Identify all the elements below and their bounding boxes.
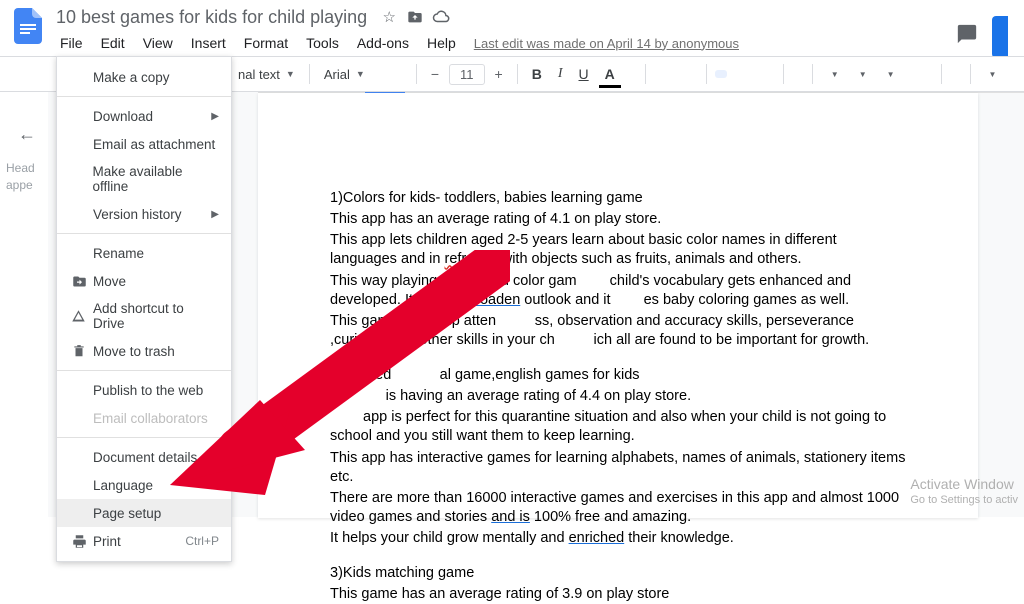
editing-mode-button[interactable]: ▼: [979, 66, 1003, 83]
underline-button[interactable]: U: [573, 62, 595, 86]
doc-line[interactable]: This game builds up attenXXXXss, observa…: [330, 312, 906, 350]
fm-move[interactable]: Move: [57, 267, 231, 295]
doc-line[interactable]: This app has an average rating of 4.1 on…: [330, 210, 906, 229]
align-left-button[interactable]: [715, 70, 727, 78]
menu-file[interactable]: File: [52, 31, 91, 55]
menu-view[interactable]: View: [135, 31, 181, 55]
cloud-status-icon[interactable]: [431, 7, 451, 27]
headings-placeholder: Headappe: [6, 160, 36, 194]
doc-line[interactable]: 3)Kids matching game: [330, 564, 906, 583]
paragraph-style-select[interactable]: nal text ▼: [232, 63, 301, 86]
highlight-button[interactable]: [625, 70, 637, 78]
chevron-down-icon: ▼: [356, 69, 365, 79]
bold-button[interactable]: B: [526, 62, 548, 86]
move-folder-icon[interactable]: [405, 7, 425, 27]
text-color-button[interactable]: A: [599, 62, 621, 86]
doc-line[interactable]: This way playing shape and color gamXXX …: [330, 272, 906, 310]
doc-line[interactable]: This app lets children aged 2-5 years le…: [330, 231, 906, 269]
fm-document-details[interactable]: Document details: [57, 443, 231, 471]
bulleted-list-button[interactable]: ▼: [849, 66, 873, 83]
fm-move-trash[interactable]: Move to trash: [57, 337, 231, 365]
menu-format[interactable]: Format: [236, 31, 296, 55]
menu-tools[interactable]: Tools: [298, 31, 347, 55]
move-icon: [69, 274, 89, 289]
insert-image-button[interactable]: [686, 70, 698, 78]
drive-shortcut-icon: [69, 309, 89, 324]
insert-comment-button[interactable]: [670, 70, 682, 78]
fm-language[interactable]: Language▶: [57, 471, 231, 499]
align-justify-button[interactable]: [763, 70, 775, 78]
comments-icon[interactable]: [956, 23, 978, 51]
italic-button[interactable]: I: [552, 62, 569, 86]
chevron-right-icon: ▶: [211, 209, 219, 220]
print-shortcut: Ctrl+P: [185, 534, 219, 548]
windows-activation-watermark: Activate Window Go to Settings to activ: [910, 475, 1018, 507]
menu-addons[interactable]: Add-ons: [349, 31, 417, 55]
star-icon[interactable]: ☆: [379, 7, 399, 27]
doc-line[interactable]: This app has interactive games for learn…: [330, 449, 906, 487]
doc-line[interactable]: There are more than 16000 interactive ga…: [330, 489, 906, 527]
fm-download[interactable]: Download▶: [57, 102, 231, 130]
fm-version-history[interactable]: Version history▶: [57, 200, 231, 228]
line-spacing-button[interactable]: [792, 70, 804, 78]
fm-rename[interactable]: Rename: [57, 239, 231, 267]
menu-edit[interactable]: Edit: [93, 31, 133, 55]
docs-logo[interactable]: [10, 8, 46, 44]
font-size-input[interactable]: 11: [449, 64, 485, 85]
chevron-right-icon: ▶: [211, 111, 219, 122]
document-title[interactable]: 10 best games for kids for child playing: [52, 7, 371, 28]
menu-insert[interactable]: Insert: [183, 31, 234, 55]
fm-add-shortcut[interactable]: Add shortcut to Drive: [57, 295, 231, 337]
font-size-decrease[interactable]: −: [425, 62, 445, 86]
font-label: Arial: [324, 67, 350, 82]
font-select[interactable]: Arial ▼: [318, 63, 408, 86]
fm-make-offline[interactable]: Make available offline: [57, 158, 231, 200]
menu-help[interactable]: Help: [419, 31, 464, 55]
share-button[interactable]: [992, 16, 1008, 58]
fm-email-attachment[interactable]: Email as attachment: [57, 130, 231, 158]
clear-formatting-button[interactable]: [950, 70, 962, 78]
document-page[interactable]: 1)Colors for kids- toddlers, babies lear…: [258, 93, 978, 518]
doc-line[interactable]: 1)Colors for kids- toddlers, babies lear…: [330, 189, 906, 208]
insert-link-button[interactable]: [654, 70, 666, 78]
doc-line[interactable]: It helps your child grow mentally and en…: [330, 529, 906, 548]
align-center-button[interactable]: [731, 70, 743, 78]
checklist-button[interactable]: ▼: [821, 66, 845, 83]
trash-icon: [69, 344, 89, 358]
outline-collapse-icon[interactable]: ←: [18, 124, 36, 145]
doc-line[interactable]: This game has an average rating of 3.9 o…: [330, 585, 906, 604]
fm-print[interactable]: PrintCtrl+P: [57, 527, 231, 555]
print-icon: [69, 534, 89, 549]
fm-make-copy[interactable]: Make a copy: [57, 63, 231, 91]
font-size-value: 11: [460, 67, 474, 82]
outline-pane: ← Headappe: [0, 92, 48, 517]
doc-line[interactable]: 2)Kids edXXXXXal game,english games for …: [330, 366, 906, 385]
chevron-right-icon: ▶: [211, 480, 219, 491]
increase-indent-button[interactable]: [921, 70, 933, 78]
file-menu-dropdown: Make a copy Download▶ Email as attachmen…: [56, 56, 232, 562]
decrease-indent-button[interactable]: [905, 70, 917, 78]
fm-email-collab: Email collaborators: [57, 404, 231, 432]
doc-line[interactable]: XXX app is perfect for this quarantine s…: [330, 408, 906, 446]
chevron-down-icon: ▼: [286, 69, 295, 79]
paragraph-style-label: nal text: [238, 67, 280, 82]
font-size-increase[interactable]: +: [489, 62, 509, 86]
numbered-list-button[interactable]: ▼: [877, 66, 901, 83]
last-edit-link[interactable]: Last edit was made on April 14 by anonym…: [474, 36, 739, 51]
doc-line[interactable]: ThXXXXis having an average rating of 4.4…: [330, 387, 906, 406]
fm-publish-web[interactable]: Publish to the web: [57, 376, 231, 404]
fm-page-setup[interactable]: Page setup: [57, 499, 231, 527]
align-right-button[interactable]: [747, 70, 759, 78]
